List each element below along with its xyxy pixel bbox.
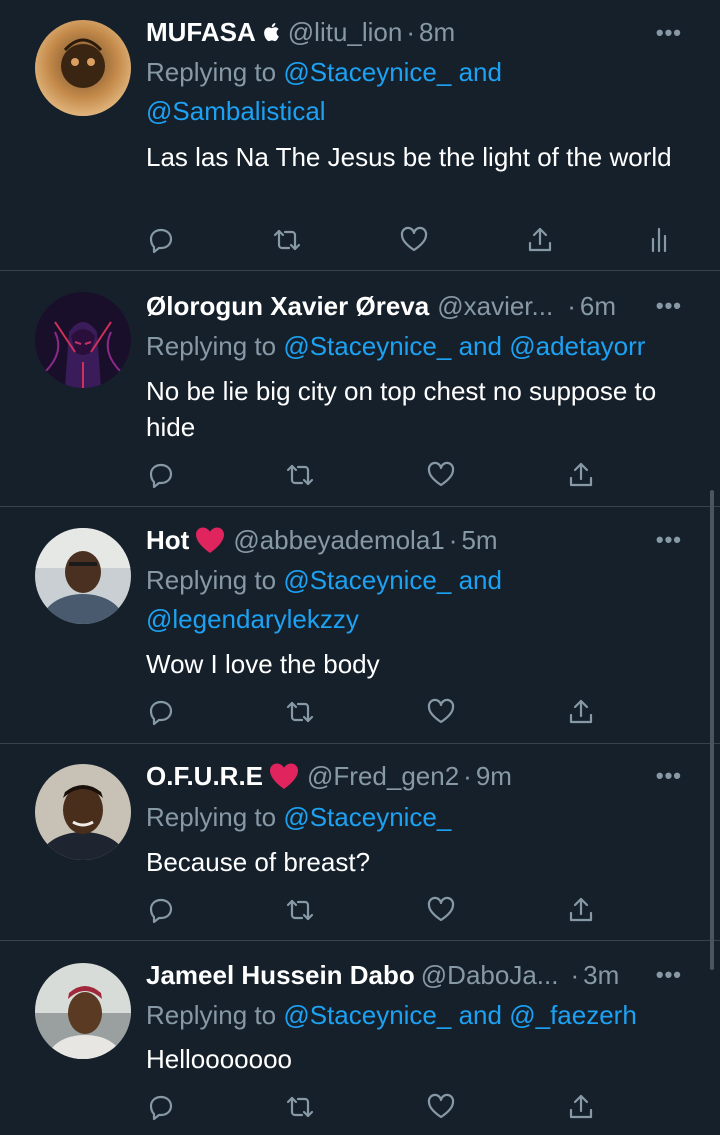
replying-prefix: Replying to bbox=[146, 57, 277, 87]
reply-icon[interactable] bbox=[146, 460, 176, 490]
user-handle[interactable]: @abbeyademola1 bbox=[233, 525, 444, 556]
reply-icon[interactable] bbox=[146, 1092, 176, 1122]
mention-link[interactable]: @Staceynice_ bbox=[283, 565, 451, 595]
share-icon[interactable] bbox=[566, 895, 596, 925]
share-icon[interactable] bbox=[566, 697, 596, 727]
timestamp[interactable]: 5m bbox=[461, 525, 497, 556]
mention-link[interactable]: @Staceynice_ bbox=[283, 1000, 451, 1030]
avatar[interactable] bbox=[35, 20, 131, 116]
more-options-icon[interactable]: ••• bbox=[656, 293, 682, 319]
avatar[interactable] bbox=[35, 764, 131, 860]
user-handle[interactable]: @litu_lion bbox=[288, 17, 403, 48]
retweet-icon[interactable] bbox=[285, 895, 315, 925]
separator: · bbox=[448, 524, 458, 555]
tweet-actions bbox=[146, 460, 686, 492]
share-icon[interactable] bbox=[566, 1092, 596, 1122]
replying-and: and bbox=[458, 565, 502, 595]
replying-to: Replying to @Staceynice_ and @adetayorr bbox=[146, 327, 706, 366]
replying-and: and bbox=[458, 331, 502, 361]
display-name[interactable]: Hot bbox=[146, 525, 189, 556]
scrollbar[interactable] bbox=[710, 490, 714, 970]
reply-icon[interactable] bbox=[146, 225, 176, 255]
mention-link[interactable]: @_faezerh bbox=[509, 1000, 637, 1030]
like-icon[interactable] bbox=[426, 1092, 456, 1122]
share-icon[interactable] bbox=[566, 460, 596, 490]
replying-to: Replying to @Staceynice_ and @legendaryl… bbox=[146, 561, 706, 639]
retweet-icon[interactable] bbox=[272, 225, 302, 255]
replying-to: Replying to @Staceynice_ and @Sambalisti… bbox=[146, 53, 706, 131]
mention-link[interactable]: @Staceynice_ bbox=[283, 331, 451, 361]
replying-prefix: Replying to bbox=[146, 565, 277, 595]
tweet[interactable]: MUFASA @litu_lion · 8m ••• Replying to @… bbox=[0, 0, 720, 271]
timestamp[interactable]: 8m bbox=[419, 17, 455, 48]
tweet-text: Because of breast? bbox=[146, 847, 371, 877]
mention-link[interactable]: @legendarylekzzy bbox=[146, 604, 359, 634]
share-icon[interactable] bbox=[525, 225, 555, 255]
timestamp[interactable]: 9m bbox=[476, 761, 512, 792]
timestamp[interactable]: 3m bbox=[583, 960, 619, 991]
tweet-text: Las las Na The Jesus be the light of the… bbox=[146, 142, 672, 172]
replying-to: Replying to @Staceynice_ bbox=[146, 798, 706, 837]
user-handle[interactable]: @Fred_gen2 bbox=[307, 761, 459, 792]
replying-and: and bbox=[458, 57, 502, 87]
apple-icon bbox=[262, 22, 280, 42]
avatar[interactable] bbox=[35, 963, 131, 1059]
reply-icon[interactable] bbox=[146, 895, 176, 925]
tweet[interactable]: Ølorogun Xavier Øreva @xavier... · 6m ••… bbox=[0, 271, 720, 507]
tweet-text: Wow I love the body bbox=[146, 649, 380, 679]
like-icon[interactable] bbox=[399, 225, 429, 255]
like-icon[interactable] bbox=[426, 697, 456, 727]
replying-prefix: Replying to bbox=[146, 802, 277, 832]
tweet-actions bbox=[146, 1092, 686, 1124]
display-name[interactable]: MUFASA bbox=[146, 17, 256, 48]
replying-and: and bbox=[458, 1000, 502, 1030]
separator: · bbox=[570, 959, 580, 990]
retweet-icon[interactable] bbox=[285, 460, 315, 490]
like-icon[interactable] bbox=[426, 895, 456, 925]
avatar[interactable] bbox=[35, 292, 131, 388]
separator: · bbox=[567, 290, 576, 321]
separator: · bbox=[406, 16, 416, 47]
retweet-icon[interactable] bbox=[285, 1092, 315, 1122]
more-options-icon[interactable]: ••• bbox=[656, 527, 682, 553]
replying-prefix: Replying to bbox=[146, 331, 277, 361]
tweet-actions bbox=[146, 895, 686, 927]
like-icon[interactable] bbox=[426, 460, 456, 490]
display-name[interactable]: O.F.U.R.E bbox=[146, 761, 263, 792]
more-options-icon[interactable]: ••• bbox=[656, 962, 682, 988]
timestamp[interactable]: 6m bbox=[580, 291, 616, 322]
replying-to: Replying to @Staceynice_ and @_faezerh bbox=[146, 996, 706, 1035]
more-options-icon[interactable]: ••• bbox=[656, 20, 682, 46]
tweet-actions bbox=[146, 225, 686, 257]
heart-emoji bbox=[195, 526, 225, 554]
tweet-text: No be lie big city on top chest no suppo… bbox=[146, 376, 657, 442]
tweet[interactable]: Hot @abbeyademola1 · 5m ••• Replying to … bbox=[0, 507, 720, 744]
user-handle[interactable]: @xavier... bbox=[437, 291, 553, 322]
tweet-actions bbox=[146, 697, 686, 729]
tweet[interactable]: O.F.U.R.E @Fred_gen2 · 9m ••• Replying t… bbox=[0, 744, 720, 941]
tweet-text: Hellooooooo bbox=[146, 1044, 293, 1074]
mention-link[interactable]: @Staceynice_ bbox=[283, 802, 451, 832]
mention-link[interactable]: @Sambalistical bbox=[146, 96, 326, 126]
display-name[interactable]: Jameel Hussein Dabo bbox=[146, 960, 415, 991]
separator: · bbox=[463, 760, 472, 791]
reply-icon[interactable] bbox=[146, 697, 176, 727]
retweet-icon[interactable] bbox=[285, 697, 315, 727]
mention-link[interactable]: @adetayorr bbox=[509, 331, 645, 361]
mention-link[interactable]: @Staceynice_ bbox=[283, 57, 451, 87]
heart-emoji bbox=[269, 762, 299, 790]
analytics-icon[interactable] bbox=[644, 225, 674, 255]
display-name[interactable]: Ølorogun Xavier Øreva bbox=[146, 291, 429, 322]
more-options-icon[interactable]: ••• bbox=[656, 763, 682, 789]
tweet[interactable]: Jameel Hussein Dabo @DaboJa... · 3m ••• … bbox=[0, 941, 720, 1135]
replying-prefix: Replying to bbox=[146, 1000, 277, 1030]
user-handle[interactable]: @DaboJa... bbox=[421, 960, 559, 991]
avatar[interactable] bbox=[35, 528, 131, 624]
